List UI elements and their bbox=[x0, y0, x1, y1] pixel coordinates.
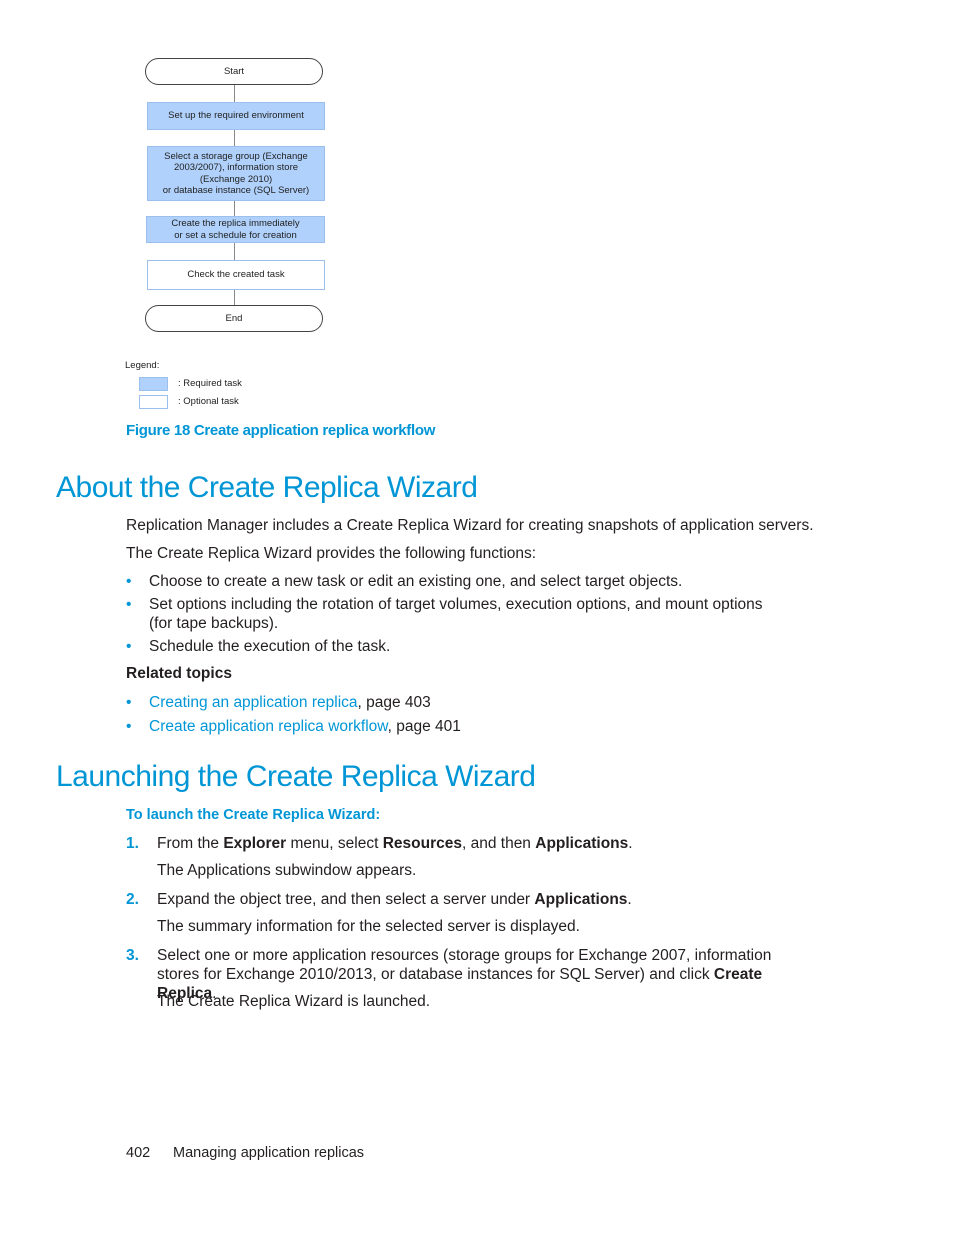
related-topic-item: • Creating an application replica, page … bbox=[126, 694, 431, 711]
procedure-step: 2. Expand the object tree, and then sele… bbox=[126, 891, 632, 908]
intro-paragraph: Replication Manager includes a Create Re… bbox=[126, 517, 814, 534]
legend-required-swatch bbox=[139, 377, 168, 391]
page-footer: 402 Managing application replicas bbox=[126, 1145, 364, 1161]
step-result: The Create Replica Wizard is launched. bbox=[157, 993, 431, 1010]
list-item: • Schedule the execution of the task. bbox=[126, 638, 391, 655]
bullet-icon: • bbox=[126, 694, 132, 711]
chapter-title: Managing application replicas bbox=[173, 1145, 365, 1161]
bullet-icon: • bbox=[126, 573, 132, 590]
page-number: 402 bbox=[126, 1145, 151, 1161]
legend-required-label: : Required task bbox=[178, 378, 242, 389]
functions-intro: The Create Replica Wizard provides the f… bbox=[126, 545, 537, 562]
legend-optional-label: : Optional task bbox=[178, 396, 239, 407]
link-creating-application-replica[interactable]: Creating an application replica bbox=[149, 694, 358, 711]
step-result: The Applications subwindow appears. bbox=[157, 862, 417, 879]
figure-caption: Figure 18 Create application replica wor… bbox=[126, 422, 436, 439]
flow-end-node: End bbox=[145, 305, 323, 332]
procedure-step: 1. From the Explorer menu, select Resour… bbox=[126, 835, 633, 852]
flow-step-setup-environment: Set up the required environment bbox=[147, 102, 325, 130]
bullet-icon: • bbox=[126, 638, 132, 655]
section-title-launching: Launching the Create Replica Wizard bbox=[56, 760, 536, 793]
link-create-application-replica-workflow[interactable]: Create application replica workflow bbox=[149, 718, 388, 735]
procedure-heading: To launch the Create Replica Wizard: bbox=[126, 807, 381, 823]
list-item: • Set options including the rotation of … bbox=[126, 596, 763, 632]
bullet-icon: • bbox=[126, 718, 132, 735]
legend-title: Legend: bbox=[125, 360, 160, 371]
related-topic-item: • Create application replica workflow, p… bbox=[126, 718, 461, 735]
step-result: The summary information for the selected… bbox=[157, 918, 580, 935]
bullet-icon: • bbox=[126, 596, 132, 613]
related-topics-heading: Related topics bbox=[126, 665, 232, 682]
flow-step-check-task: Check the created task bbox=[147, 260, 325, 290]
list-item: • Choose to create a new task or edit an… bbox=[126, 573, 683, 590]
flow-step-create-replica: Create the replica immediately or set a … bbox=[146, 216, 325, 243]
flow-step-select-storage: Select a storage group (Exchange 2003/20… bbox=[147, 146, 325, 201]
section-title-about: About the Create Replica Wizard bbox=[56, 471, 478, 504]
legend-optional-swatch bbox=[139, 395, 168, 409]
flow-start-node: Start bbox=[145, 58, 323, 85]
